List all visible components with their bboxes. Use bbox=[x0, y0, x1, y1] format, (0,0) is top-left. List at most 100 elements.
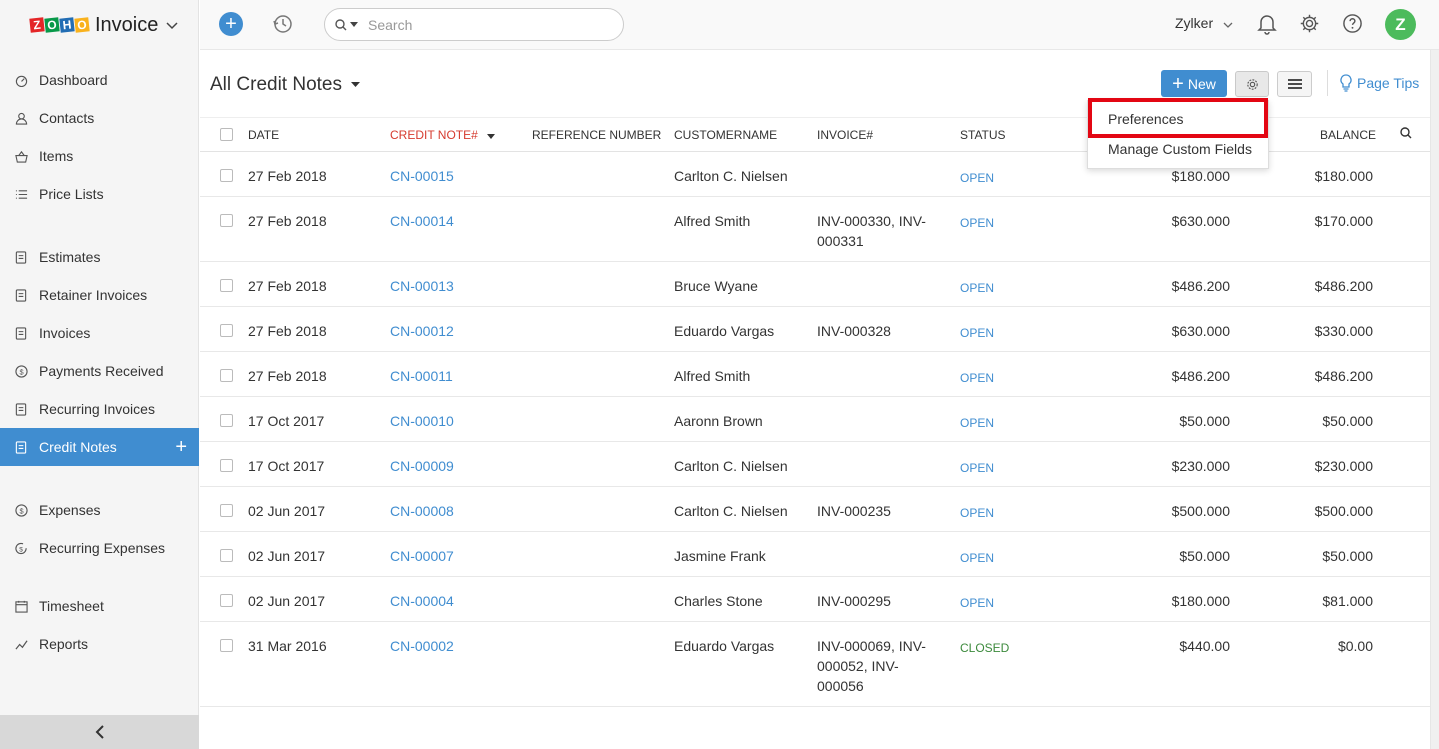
table-row[interactable]: 31 Mar 2016 CN-00002 Eduardo Vargas INV-000… bbox=[200, 622, 1430, 707]
manage-custom-fields-menu-item[interactable]: Manage Custom Fields bbox=[1108, 141, 1252, 157]
table-row[interactable]: 17 Oct 2017 CN-00009 Carlton C. Nielsen OPE… bbox=[200, 442, 1430, 487]
cell-customer: Aaronn Brown bbox=[674, 413, 763, 429]
table-row[interactable]: 02 Jun 2017 CN-00008 Carlton C. Nielsen INV… bbox=[200, 487, 1430, 532]
table-row[interactable]: 27 Feb 2018 CN-00011 Alfred Smith OPEN $486.… bbox=[200, 352, 1430, 397]
new-button[interactable]: + New bbox=[1161, 70, 1227, 97]
sidebar-item-label: Timesheet bbox=[39, 598, 104, 614]
credit-note-link[interactable]: CN-00014 bbox=[390, 211, 454, 231]
table-row[interactable]: 27 Feb 2018 CN-00013 Bruce Wyane OPEN $486.2… bbox=[200, 262, 1430, 307]
cell-balance: $50.000 bbox=[1322, 413, 1373, 429]
column-header-reference[interactable]: REFERENCE NUMBER bbox=[532, 128, 661, 142]
sidebar-item-expenses[interactable]: $ Expenses bbox=[0, 491, 199, 529]
brand[interactable]: Z O H O Invoice bbox=[0, 0, 198, 50]
sidebar-item-estimates[interactable]: Estimates bbox=[0, 238, 199, 276]
search-input[interactable] bbox=[368, 16, 608, 33]
help-icon[interactable] bbox=[1342, 13, 1363, 39]
avatar[interactable]: Z bbox=[1385, 9, 1416, 40]
sidebar-item-label: Price Lists bbox=[39, 186, 104, 202]
sidebar-item-label: Recurring Expenses bbox=[39, 540, 166, 556]
expense-icon: $ bbox=[14, 503, 28, 517]
row-checkbox[interactable] bbox=[220, 369, 233, 382]
bell-icon[interactable] bbox=[1257, 13, 1277, 40]
row-checkbox[interactable] bbox=[220, 504, 233, 517]
column-header-customer[interactable]: CUSTOMERNAME bbox=[674, 128, 777, 142]
row-checkbox[interactable] bbox=[220, 639, 233, 652]
cell-date: 02 Jun 2017 bbox=[248, 503, 326, 519]
search-icon bbox=[335, 18, 347, 30]
sidebar-item-recurring-expenses[interactable]: $ Recurring Expenses bbox=[0, 529, 199, 567]
add-credit-note-button[interactable]: + bbox=[175, 437, 187, 457]
table-row[interactable]: 02 Jun 2017 CN-00007 Jasmine Frank OPEN $50.… bbox=[200, 532, 1430, 577]
search-icon[interactable] bbox=[1400, 127, 1412, 142]
sidebar-item-items[interactable]: Items bbox=[0, 137, 199, 175]
credit-note-link[interactable]: CN-00002 bbox=[390, 636, 454, 656]
sidebar-item-contacts[interactable]: Contacts bbox=[0, 99, 199, 137]
sidebar-item-timesheet[interactable]: Timesheet bbox=[0, 587, 199, 625]
page-tips-link[interactable]: Page Tips bbox=[1340, 74, 1419, 92]
table-row[interactable]: 17 Oct 2017 CN-00010 Aaronn Brown OPEN $50.0… bbox=[200, 397, 1430, 442]
page-title[interactable]: All Credit Notes bbox=[210, 74, 361, 96]
column-header-credit-note[interactable]: CREDIT NOTE# bbox=[390, 128, 496, 142]
sidebar-item-credit-notes[interactable]: Credit Notes + bbox=[0, 428, 199, 466]
cell-balance: $50.000 bbox=[1322, 548, 1373, 564]
row-checkbox[interactable] bbox=[220, 279, 233, 292]
list-icon bbox=[14, 187, 28, 201]
chevron-down-icon[interactable] bbox=[166, 17, 178, 33]
gear-icon[interactable] bbox=[1299, 13, 1320, 39]
org-switcher[interactable]: Zylker bbox=[1175, 15, 1233, 31]
lightbulb-icon bbox=[1340, 74, 1352, 92]
table-row[interactable]: 02 Jun 2017 CN-00004 Charles Stone INV-0002… bbox=[200, 577, 1430, 622]
cell-amount: $50.000 bbox=[1179, 548, 1230, 564]
sidebar-item-recurring-invoices[interactable]: Recurring Invoices bbox=[0, 390, 199, 428]
column-header-status[interactable]: STATUS bbox=[960, 128, 1006, 142]
sidebar-item-invoices[interactable]: Invoices bbox=[0, 314, 199, 352]
org-name: Zylker bbox=[1175, 15, 1214, 31]
scrollbar[interactable] bbox=[1430, 50, 1439, 749]
history-icon[interactable] bbox=[272, 13, 294, 40]
status-badge: OPEN bbox=[960, 281, 995, 295]
sidebar-item-reports[interactable]: Reports bbox=[0, 625, 199, 663]
cell-amount: $180.000 bbox=[1171, 593, 1230, 609]
page-title-text: All Credit Notes bbox=[210, 74, 342, 95]
cell-customer: Carlton C. Nielsen bbox=[674, 168, 788, 184]
credit-note-link[interactable]: CN-00009 bbox=[390, 456, 454, 476]
cell-invoice: INV-000069, INV-000052, INV-000056 bbox=[817, 638, 926, 694]
column-header-date[interactable]: DATE bbox=[248, 128, 279, 142]
row-checkbox[interactable] bbox=[220, 594, 233, 607]
row-checkbox[interactable] bbox=[220, 459, 233, 472]
sidebar-item-retainer-invoices[interactable]: Retainer Invoices bbox=[0, 276, 199, 314]
sidebar-item-payments-received[interactable]: $ Payments Received bbox=[0, 352, 199, 390]
table-row[interactable]: 27 Feb 2018 CN-00014 Alfred Smith INV-00033… bbox=[200, 197, 1430, 262]
credit-note-link[interactable]: CN-00010 bbox=[390, 411, 454, 431]
svg-text:$: $ bbox=[19, 546, 23, 553]
credit-note-link[interactable]: CN-00007 bbox=[390, 546, 454, 566]
row-checkbox[interactable] bbox=[220, 169, 233, 182]
sidebar-item-dashboard[interactable]: Dashboard bbox=[0, 61, 199, 99]
cell-balance: $330.000 bbox=[1314, 323, 1373, 339]
row-checkbox[interactable] bbox=[220, 414, 233, 427]
settings-button[interactable] bbox=[1235, 71, 1269, 97]
credit-note-link[interactable]: CN-00013 bbox=[390, 276, 454, 296]
collapse-sidebar-button[interactable] bbox=[0, 715, 199, 749]
row-checkbox[interactable] bbox=[220, 324, 233, 337]
caret-down-icon[interactable] bbox=[350, 22, 358, 27]
table-row[interactable]: 27 Feb 2018 CN-00012 Eduardo Vargas INV-000… bbox=[200, 307, 1430, 352]
sidebar-item-label: Credit Notes bbox=[39, 439, 117, 455]
row-checkbox[interactable] bbox=[220, 549, 233, 562]
sidebar-item-label: Items bbox=[39, 148, 74, 164]
row-checkbox[interactable] bbox=[220, 214, 233, 227]
quick-create-button[interactable]: + bbox=[219, 12, 243, 36]
credit-note-link[interactable]: CN-00012 bbox=[390, 321, 454, 341]
more-options-button[interactable] bbox=[1277, 71, 1312, 97]
search-box[interactable] bbox=[324, 8, 624, 41]
column-header-balance[interactable]: BALANCE bbox=[1320, 128, 1376, 142]
credit-note-link[interactable]: CN-00011 bbox=[390, 366, 453, 386]
credit-note-link[interactable]: CN-00004 bbox=[390, 591, 454, 611]
cell-amount: $486.200 bbox=[1171, 278, 1230, 294]
credit-note-link[interactable]: CN-00015 bbox=[390, 166, 454, 186]
credit-note-link[interactable]: CN-00008 bbox=[390, 501, 454, 521]
column-header-invoice[interactable]: INVOICE# bbox=[817, 128, 873, 142]
select-all-checkbox[interactable] bbox=[220, 128, 233, 141]
preferences-menu-item[interactable]: Preferences bbox=[1108, 111, 1183, 127]
sidebar-item-price-lists[interactable]: Price Lists bbox=[0, 175, 199, 213]
